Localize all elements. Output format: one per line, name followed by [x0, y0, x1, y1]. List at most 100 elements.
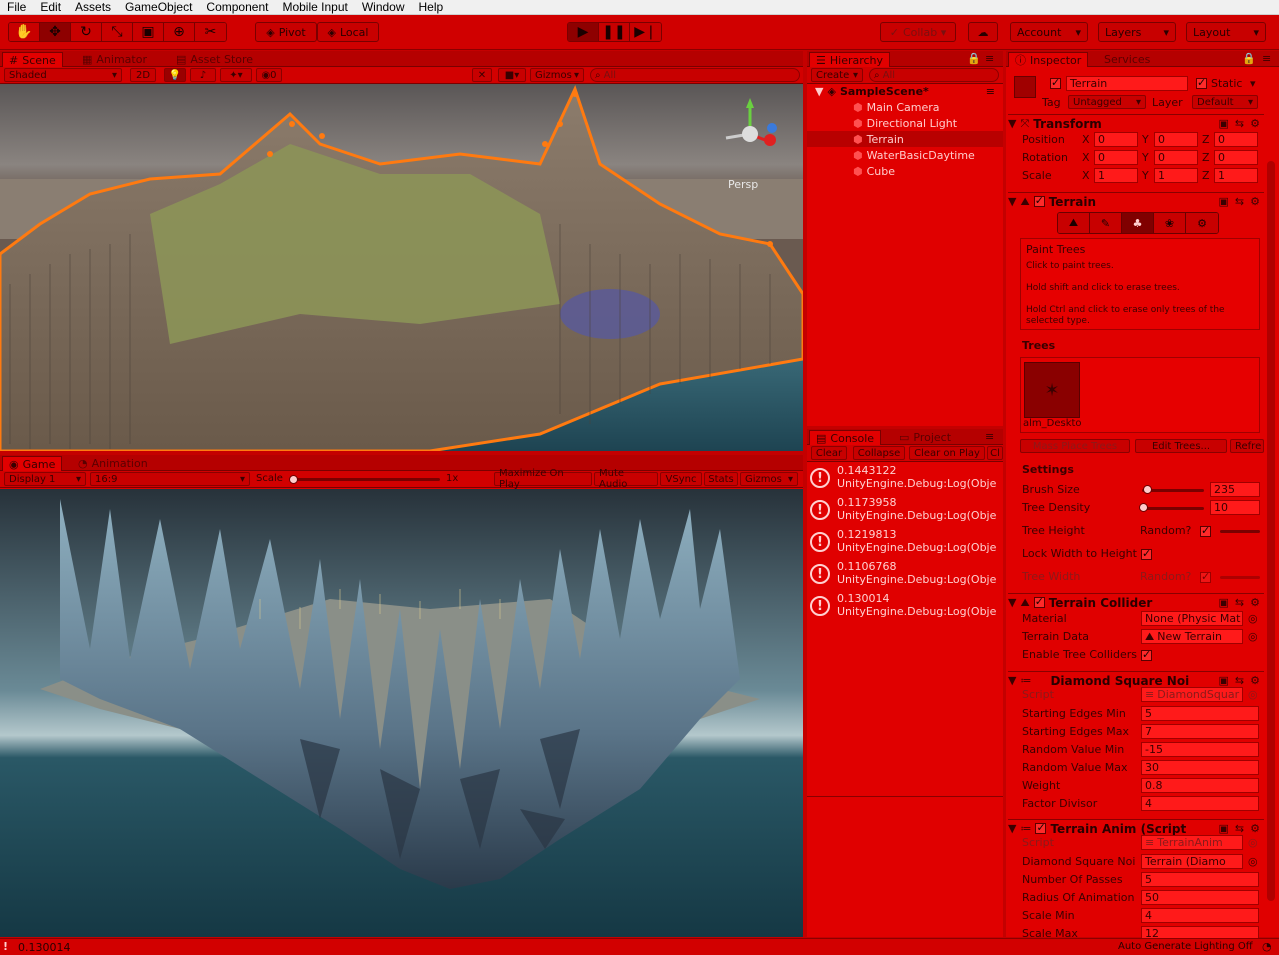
scene-menu-icon[interactable]: ≡	[986, 85, 995, 98]
preset-icon[interactable]: ⇆	[1235, 117, 1244, 130]
lock-icon[interactable]: 🔒	[967, 52, 981, 65]
axis-x-label[interactable]: X	[1082, 133, 1090, 146]
scene-root[interactable]: ▼ ◈ SampleScene* ≡	[807, 83, 1003, 99]
preset-icon[interactable]: ⇆	[1235, 822, 1244, 835]
game-viewport[interactable]	[0, 489, 803, 937]
layer-dropdown[interactable]: Default ▾	[1192, 95, 1258, 109]
axis-z-label[interactable]: Z	[1202, 169, 1210, 182]
axis-y-label[interactable]: Y	[1142, 169, 1149, 182]
hand-tool-icon[interactable]: ✋	[9, 23, 40, 41]
console-entry[interactable]: ! 0.1173958 UnityEngine.Debug:Log(Obje	[810, 496, 1002, 528]
material-field[interactable]: None (Physic Mat	[1141, 611, 1243, 626]
account-dropdown[interactable]: Account ▾	[1010, 22, 1088, 42]
axis-z-label[interactable]: Z	[1202, 151, 1210, 164]
enable-tree-colliders-checkbox[interactable]	[1141, 648, 1152, 661]
axis-y-label[interactable]: Y	[1142, 133, 1149, 146]
lock-icon[interactable]: 🔒	[1242, 52, 1256, 65]
scale-tool-icon[interactable]: ⤡	[102, 23, 133, 41]
paint-texture-icon[interactable]: ✎	[1090, 213, 1122, 233]
hierarchy-item-terrain[interactable]: ⬢ Terrain	[807, 131, 1003, 147]
menu-edit[interactable]: Edit	[33, 0, 68, 14]
anim-field-input[interactable]: 5	[1141, 872, 1259, 887]
tab-asset-store[interactable]: ▤ Asset Store	[170, 52, 259, 67]
hierarchy-item-directional-light[interactable]: ⬢ Directional Light	[807, 115, 1003, 131]
tree-height-random-checkbox[interactable]	[1200, 524, 1211, 537]
shading-dropdown[interactable]: Shaded ▾	[4, 68, 122, 82]
step-icon[interactable]: ▶❘	[630, 23, 661, 41]
panel-menu-icon[interactable]: ≡	[985, 52, 994, 65]
console-clear-button[interactable]: Clear	[811, 446, 847, 460]
terrain-anim-enabled-checkbox[interactable]	[1035, 821, 1047, 834]
terrain-settings-icon[interactable]: ⚙	[1186, 213, 1218, 233]
tab-game[interactable]: ◉ Game	[2, 456, 63, 471]
scale-slider[interactable]	[292, 478, 440, 481]
tab-inspector[interactable]: ⓘ Inspector	[1008, 52, 1089, 67]
tab-project[interactable]: ▭ Project	[893, 430, 957, 445]
preset-icon[interactable]: ⇆	[1235, 596, 1244, 609]
mode-2d-button[interactable]: 2D	[130, 68, 156, 82]
rect-tool-icon[interactable]: ▣	[133, 23, 164, 41]
tab-hierarchy[interactable]: ☰ Hierarchy	[809, 52, 891, 67]
gear-icon[interactable]: ⚙	[1250, 117, 1260, 130]
lock-width-checkbox[interactable]	[1141, 547, 1152, 560]
anim-field-input[interactable]: Terrain (Diamo	[1141, 854, 1243, 869]
paint-details-icon[interactable]: ❀	[1154, 213, 1186, 233]
tab-scene[interactable]: # Scene	[2, 52, 63, 67]
console-clear-on-play-button[interactable]: Clear on Play	[909, 446, 985, 460]
hierarchy-search-input[interactable]: ⌕ All	[869, 68, 999, 82]
maximize-on-play-toggle[interactable]: Maximize On Play	[494, 468, 592, 490]
terrain-enabled-checkbox[interactable]	[1033, 194, 1045, 207]
transform-z-input[interactable]: 0	[1214, 150, 1258, 165]
menu-help[interactable]: Help	[412, 0, 451, 14]
console-more-button[interactable]: Cl	[987, 446, 1003, 460]
audio-toggle-icon[interactable]: ♪	[190, 68, 216, 82]
gear-icon[interactable]: ⚙	[1250, 195, 1260, 208]
collider-enabled-checkbox[interactable]	[1033, 595, 1045, 608]
hierarchy-item-water[interactable]: ⬢ WaterBasicDaytime	[807, 147, 1003, 163]
local-button[interactable]: ◈ Local	[317, 22, 379, 42]
tree-density-input[interactable]: 10	[1210, 500, 1260, 515]
tools-icon[interactable]: ✕	[472, 68, 492, 82]
preset-icon[interactable]: ⇆	[1235, 195, 1244, 208]
tree-density-slider[interactable]	[1142, 507, 1204, 510]
transform-z-input[interactable]: 1	[1214, 168, 1258, 183]
panel-menu-icon[interactable]: ≡	[1262, 52, 1271, 65]
rotate-tool-icon[interactable]: ↻	[71, 23, 102, 41]
console-entry[interactable]: ! 0.1106768 UnityEngine.Debug:Log(Obje	[810, 560, 1002, 592]
display-dropdown[interactable]: Display 1 ▾	[4, 472, 86, 486]
create-dropdown[interactable]: Create ▾	[811, 68, 863, 82]
object-name-input[interactable]: Terrain	[1066, 76, 1188, 91]
tab-animation[interactable]: ◔ Animation	[72, 456, 154, 471]
terrain-data-field[interactable]: ⛰ New Terrain	[1141, 629, 1243, 644]
transform-y-input[interactable]: 0	[1154, 132, 1198, 147]
menu-window[interactable]: Window	[355, 0, 412, 14]
game-gizmos-dropdown[interactable]: Gizmos ▾	[740, 472, 798, 486]
active-checkbox[interactable]	[1050, 76, 1061, 89]
pivot-button[interactable]: ◈ Pivot	[255, 22, 317, 42]
persp-label[interactable]: Persp	[728, 178, 758, 191]
preset-icon[interactable]: ⇆	[1235, 674, 1244, 687]
layout-dropdown[interactable]: Layout ▾	[1186, 22, 1266, 42]
play-icon[interactable]: ▶	[568, 23, 599, 41]
tab-animator[interactable]: ▦ Animator	[76, 52, 153, 67]
anim-field-input[interactable]: 4	[1141, 908, 1259, 923]
custom-tool-icon[interactable]: ✂	[195, 23, 226, 41]
transform-z-input[interactable]: 0	[1214, 132, 1258, 147]
vsync-toggle[interactable]: VSync	[660, 472, 702, 486]
effects-toggle-icon[interactable]: ✦▾	[220, 68, 252, 82]
transform-x-input[interactable]: 0	[1094, 150, 1138, 165]
diamond-field-input[interactable]: 0.8	[1141, 778, 1259, 793]
help-icon[interactable]: ▣	[1219, 674, 1229, 687]
aspect-dropdown[interactable]: 16:9 ▾	[90, 472, 250, 486]
mass-place-trees-button[interactable]: Mass Place Trees	[1020, 439, 1130, 453]
diamond-field-input[interactable]: 7	[1141, 724, 1259, 739]
tab-console[interactable]: ▤ Console	[809, 430, 882, 445]
object-picker-icon[interactable]: ◎	[1248, 855, 1258, 868]
tag-dropdown[interactable]: Untagged ▾	[1068, 95, 1146, 109]
menu-component[interactable]: Component	[199, 0, 275, 14]
diamond-field-input[interactable]: 4	[1141, 796, 1259, 811]
console-entry[interactable]: ! 0.1443122 UnityEngine.Debug:Log(Obje	[810, 464, 1002, 496]
tree-height-slider[interactable]	[1220, 530, 1260, 533]
tab-services[interactable]: Services	[1098, 52, 1156, 67]
cloud-icon[interactable]: ☁	[968, 22, 998, 42]
